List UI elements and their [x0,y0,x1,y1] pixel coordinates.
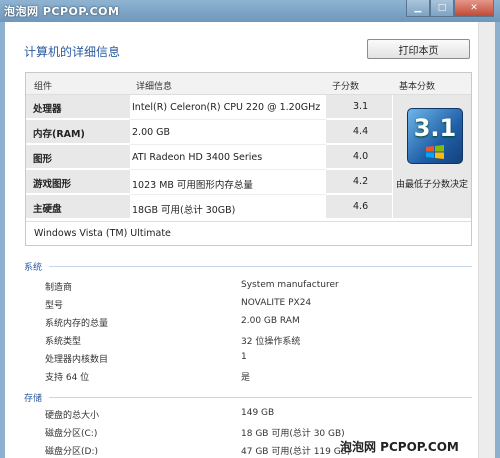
table-row-memory: 内存(RAM) 2.00 GB 4.4 [26,120,392,144]
info-value: 是 [241,373,251,383]
info-value: 1 [241,352,247,362]
component-details: 18GB 可用(总计 30GB) [132,205,236,216]
windows-logo-icon [426,145,444,159]
info-label: 处理器内核数目 [45,355,109,365]
info-label: 磁盘分区(D:) [45,447,98,457]
info-value: 18 GB 可用(总计 30 GB) [241,429,345,439]
component-details: Intel(R) Celeron(R) CPU 220 @ 1.20GHz [132,102,321,113]
header-subscore: 子分数 [332,82,360,92]
score-table: 组件 详细信息 子分数 基本分数 处理器 Intel(R) Celeron(R)… [25,72,472,246]
watermark-bottom: 泡泡网 PCPOP.COM [340,440,459,454]
table-row-gaming-graphics: 游戏图形 1023 MB 可用图形内存总量 4.2 [26,170,392,194]
info-label: 系统类型 [45,337,82,347]
component-label: 内存(RAM) [33,129,85,140]
table-row-hard-disk: 主硬盘 18GB 可用(总计 30GB) 4.6 [26,195,392,219]
close-icon: ✕ [470,3,478,13]
component-label: 处理器 [33,104,62,115]
subscore-value: 4.2 [353,176,369,187]
component-details: 2.00 GB [132,127,171,138]
component-details: ATI Radeon HD 3400 Series [132,152,263,163]
subscore-value: 3.1 [353,101,369,112]
header-basescore: 基本分数 [399,82,436,92]
info-label: 磁盘分区(C:) [45,429,98,439]
component-label: 主硬盘 [33,204,62,215]
info-label: 制造商 [45,283,73,293]
maximize-button[interactable]: □ [430,0,454,17]
component-label: 图形 [33,154,53,165]
storage-section-title: 存储 [24,394,43,404]
os-edition: Windows Vista (TM) Ultimate [34,228,171,239]
base-score-badge: 3.1 [407,108,463,164]
base-score-panel: 3.1 由最低子分数决定 [393,95,471,218]
score-table-header: 组件 详细信息 子分数 基本分数 [26,73,471,95]
table-row-processor: 处理器 Intel(R) Celeron(R) CPU 220 @ 1.20GH… [26,95,392,119]
header-details: 详细信息 [136,82,173,92]
subscore-value: 4.6 [353,201,369,212]
details-page: 计算机的详细信息 打印本页 组件 详细信息 子分数 基本分数 处理器 Intel… [5,22,495,458]
watermark-top: 泡泡网 PCPOP.COM [4,5,120,18]
info-value: System manufacturer [241,280,339,290]
window-controls: ▁ □ ✕ [406,0,494,17]
subscore-value: 4.4 [353,126,369,137]
info-label: 系统内存的总量 [45,319,109,329]
base-score-caption: 由最低子分数决定 [395,180,468,190]
subscore-value: 4.0 [353,151,369,162]
print-page-button[interactable]: 打印本页 [367,39,470,59]
info-label: 型号 [45,301,64,311]
window-titlebar: 泡泡网 PCPOP.COM ▁ □ ✕ [0,0,500,22]
scrollbar[interactable] [478,22,495,458]
minimize-button[interactable]: ▁ [406,0,430,17]
minimize-icon: ▁ [414,3,422,13]
maximize-icon: □ [437,3,447,13]
info-value: 47 GB 可用(总计 119 GB) [241,447,351,457]
info-label: 硬盘的总大小 [45,411,100,421]
table-row-graphics: 图形 ATI Radeon HD 3400 Series 4.0 [26,145,392,169]
info-value: 2.00 GB RAM [241,316,300,326]
info-value: 32 位操作系统 [241,337,301,347]
page-title: 计算机的详细信息 [24,45,121,59]
info-label: 支持 64 位 [45,373,90,383]
base-score-value: 3.1 [413,114,457,142]
section-divider [49,266,472,267]
section-divider [49,397,472,398]
component-details: 1023 MB 可用图形内存总量 [132,180,253,191]
info-value: NOVALITE PX24 [241,298,312,308]
close-button[interactable]: ✕ [454,0,494,17]
component-label: 游戏图形 [33,179,72,190]
divider [26,221,471,222]
system-section-title: 系统 [24,263,43,273]
info-value: 149 GB [241,408,275,418]
window-frame-right [495,22,500,458]
header-component: 组件 [34,82,53,92]
